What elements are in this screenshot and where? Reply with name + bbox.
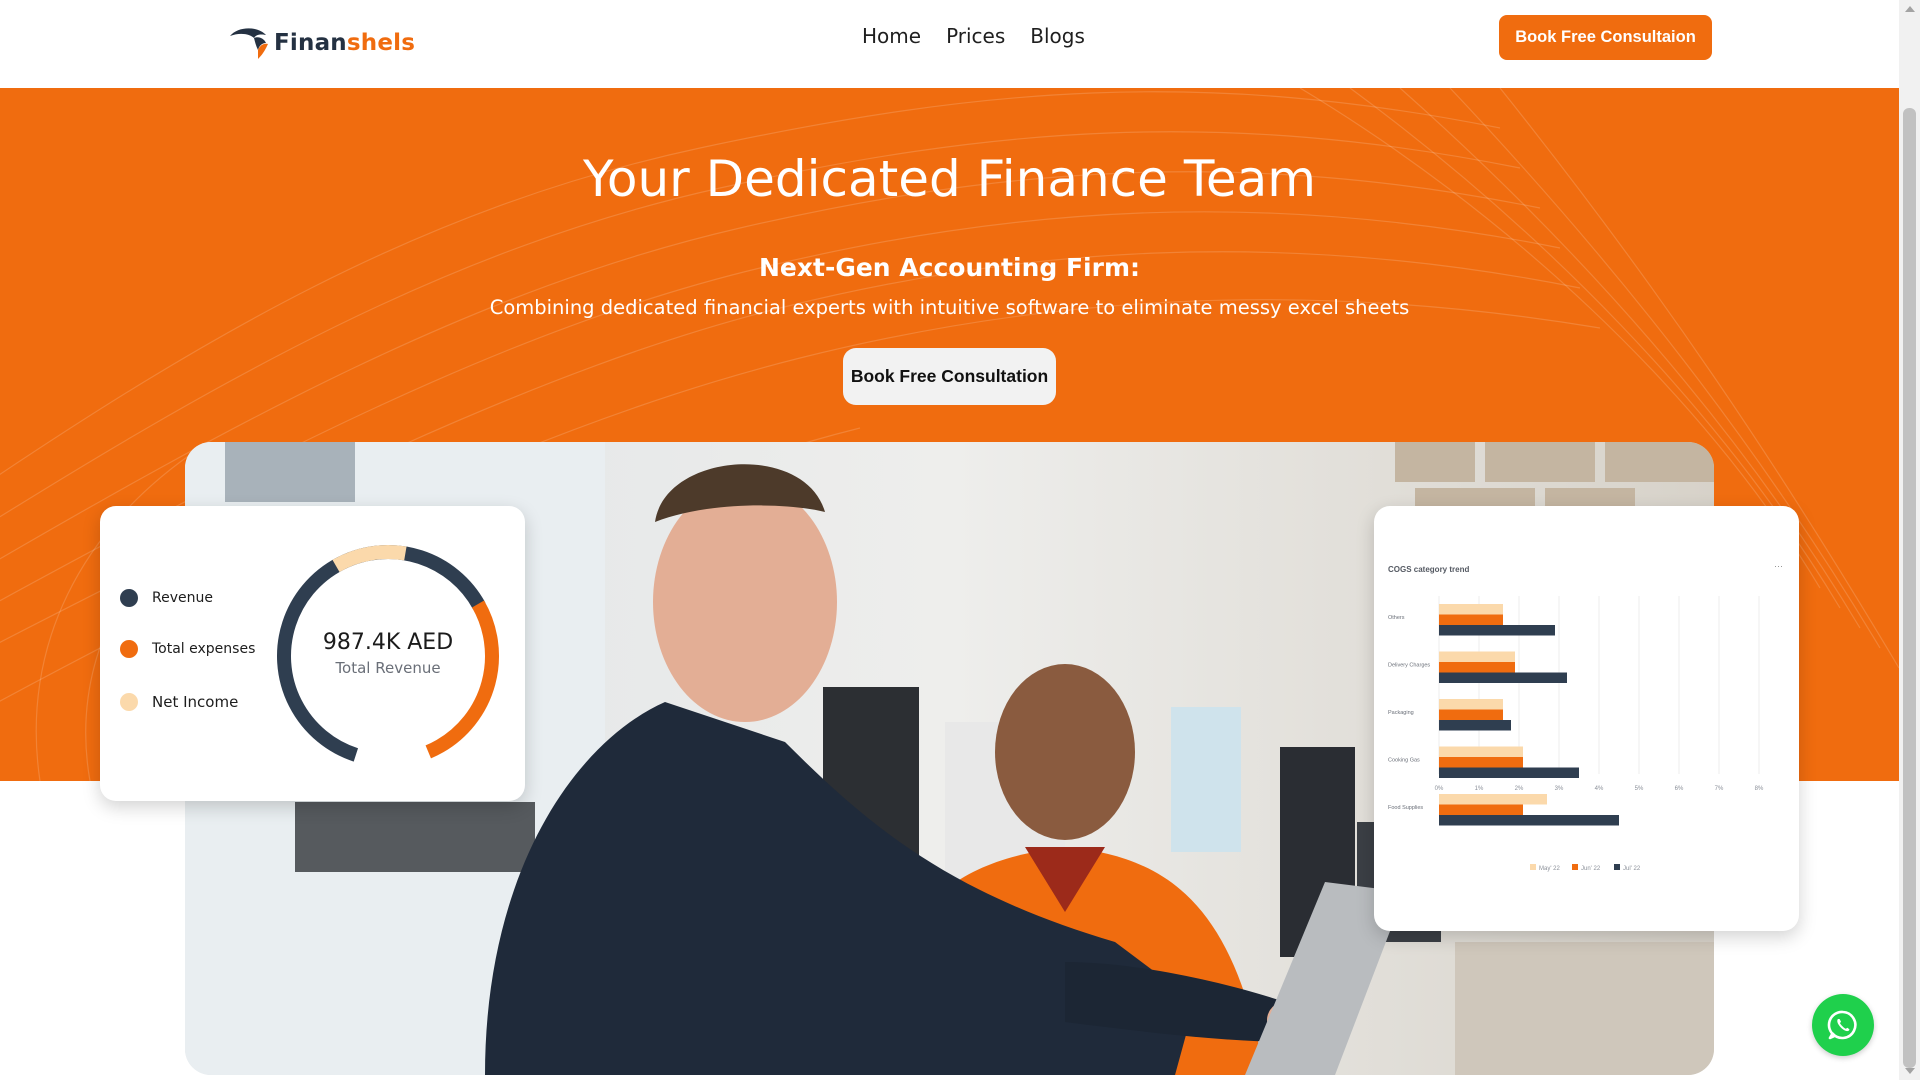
bar-delivery-charges-0 bbox=[1439, 651, 1515, 662]
legend-label-revenue: Revenue bbox=[152, 590, 213, 606]
legend-revenue: Revenue bbox=[120, 589, 213, 607]
x-tick-label: 7% bbox=[1715, 786, 1724, 792]
whatsapp-icon bbox=[1827, 1010, 1857, 1040]
x-tick-label: 3% bbox=[1555, 786, 1564, 792]
x-tick-label: 2% bbox=[1515, 786, 1524, 792]
legend-label: Jun' 22 bbox=[1581, 866, 1601, 872]
legend-swatch bbox=[1530, 864, 1536, 870]
main-nav: Home Prices Blogs bbox=[862, 24, 1085, 48]
header-consultation-button[interactable]: Book Free Consultaion bbox=[1499, 15, 1712, 60]
total-revenue-value: 987.4K AED bbox=[322, 629, 454, 655]
bar-cooking-gas-2 bbox=[1439, 767, 1579, 778]
legend-label-expenses: Total expenses bbox=[152, 641, 256, 657]
hero-consultation-button[interactable]: Book Free Consultation bbox=[843, 348, 1056, 405]
scroll-down-arrow-icon[interactable] bbox=[1905, 1068, 1915, 1074]
hero-description: Combining dedicated financial experts wi… bbox=[489, 296, 1410, 319]
bar-delivery-charges-2 bbox=[1439, 672, 1567, 683]
scroll-up-arrow-icon[interactable] bbox=[1905, 6, 1915, 12]
brand-name: Finanshels bbox=[274, 30, 416, 56]
legend-swatch bbox=[1614, 864, 1620, 870]
bar-packaging-2 bbox=[1439, 720, 1511, 731]
bar-food-supplies-1 bbox=[1439, 804, 1523, 815]
category-label: Delivery Charges bbox=[1388, 663, 1430, 669]
bar-others-0 bbox=[1439, 604, 1503, 615]
bird-logo-icon bbox=[228, 26, 272, 60]
scroll-thumb[interactable] bbox=[1903, 108, 1916, 1068]
total-revenue-label: Total Revenue bbox=[335, 658, 441, 677]
cogs-chart-title: COGS category trend bbox=[1388, 565, 1470, 574]
x-tick-label: 0% bbox=[1435, 786, 1444, 792]
x-tick-label: 4% bbox=[1595, 786, 1604, 792]
bar-others-1 bbox=[1439, 614, 1503, 625]
category-label: Cooking Gas bbox=[1388, 758, 1420, 764]
bar-food-supplies-2 bbox=[1439, 815, 1619, 826]
x-tick-label: 5% bbox=[1635, 786, 1644, 792]
hero-title: Your Dedicated Finance Team bbox=[583, 150, 1316, 208]
more-options-icon[interactable]: ··· bbox=[1774, 561, 1783, 571]
nav-blogs[interactable]: Blogs bbox=[1030, 24, 1085, 48]
page-scrollbar[interactable] bbox=[1899, 0, 1920, 1080]
cogs-trend-card: COGS category trend ··· 0% 1% 2% 3% 4% 5% 6% 7%… bbox=[1374, 506, 1799, 931]
legend-dot-net-income bbox=[120, 693, 138, 711]
legend-swatch bbox=[1572, 864, 1578, 870]
nav-prices[interactable]: Prices bbox=[946, 24, 1005, 48]
legend-label: May' 22 bbox=[1539, 866, 1560, 872]
category-label: Food Supplies bbox=[1388, 805, 1423, 811]
bar-cooking-gas-0 bbox=[1439, 746, 1523, 757]
bar-cooking-gas-1 bbox=[1439, 757, 1523, 768]
legend-dot-revenue bbox=[120, 589, 138, 607]
x-tick-label: 6% bbox=[1675, 786, 1684, 792]
x-tick-label: 8% bbox=[1755, 786, 1764, 792]
legend-label-net-income: Net Income bbox=[152, 693, 239, 711]
legend-label: Jul' 22 bbox=[1623, 866, 1641, 872]
legend-expenses: Total expenses bbox=[120, 640, 255, 658]
legend-net-income: Net Income bbox=[120, 693, 238, 711]
nav-home[interactable]: Home bbox=[862, 24, 921, 48]
bar-others-2 bbox=[1439, 625, 1555, 636]
hero-subtitle: Next-Gen Accounting Firm: bbox=[758, 253, 1140, 282]
bar-packaging-0 bbox=[1439, 699, 1503, 710]
x-tick-label: 1% bbox=[1475, 786, 1484, 792]
legend-dot-expenses bbox=[120, 640, 138, 658]
bar-packaging-1 bbox=[1439, 709, 1503, 720]
site-header: Finanshels Home Prices Blogs Book Free C… bbox=[0, 0, 1899, 88]
revenue-summary-card: Revenue Total expenses Net Income 987.4K… bbox=[100, 506, 525, 801]
category-label: Others bbox=[1388, 615, 1405, 621]
bar-delivery-charges-1 bbox=[1439, 662, 1515, 673]
brand-logo[interactable]: Finanshels bbox=[228, 26, 415, 60]
category-label: Packaging bbox=[1388, 710, 1414, 716]
bar-food-supplies-0 bbox=[1439, 794, 1547, 805]
whatsapp-chat-button[interactable] bbox=[1812, 994, 1874, 1056]
revenue-donut-chart: 987.4K AED Total Revenue bbox=[268, 536, 508, 776]
